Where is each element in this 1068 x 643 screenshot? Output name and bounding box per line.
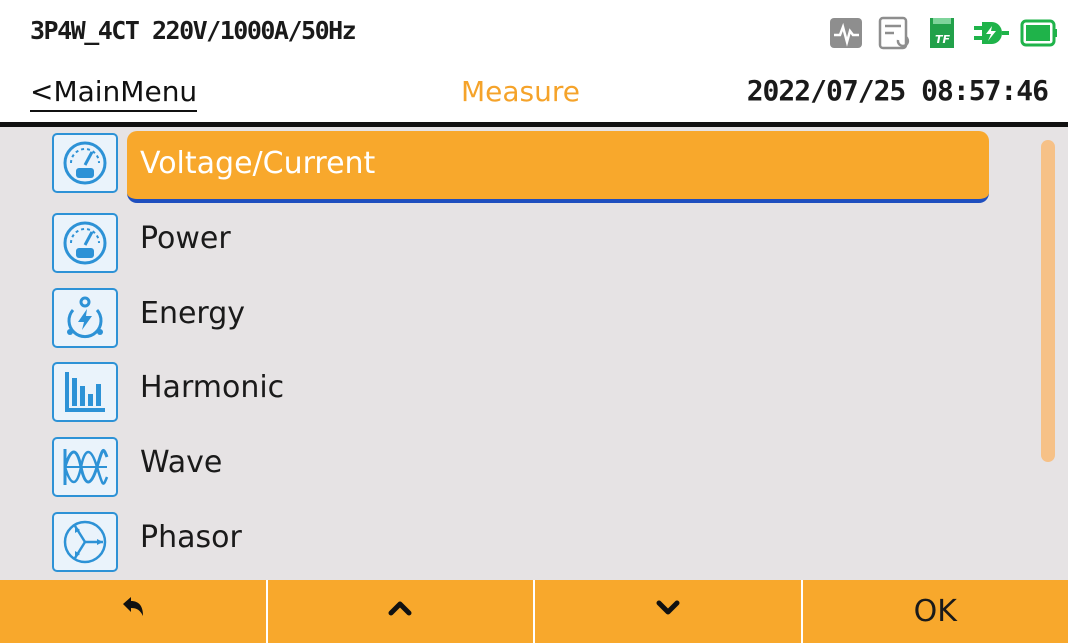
- document-icon: [876, 14, 914, 52]
- waveform-icon: [828, 14, 866, 52]
- status-icons: TF: [828, 14, 1058, 52]
- menu-item-voltage-current[interactable]: Voltage/Current: [52, 127, 992, 203]
- up-button[interactable]: [265, 580, 533, 643]
- menu-scrollbar[interactable]: [1041, 140, 1055, 462]
- measure-menu: Voltage/Current Power Energy Harmonic Wa…: [0, 127, 1068, 580]
- menu-item-energy[interactable]: Energy: [52, 282, 992, 348]
- back-to-main-menu-link[interactable]: <MainMenu: [30, 75, 198, 112]
- back-arrow-icon: [119, 594, 147, 630]
- menu-item-phasor[interactable]: Phasor: [52, 506, 992, 572]
- navigation-bar: <MainMenu Measure 2022/07/25 08:57:46: [0, 68, 1068, 127]
- menu-item-label: Wave: [140, 445, 223, 480]
- gauge-icon: [52, 133, 118, 193]
- ok-button[interactable]: OK: [800, 580, 1068, 643]
- page-title: Measure: [461, 75, 580, 108]
- gauge-icon: [52, 213, 118, 273]
- battery-icon: [1020, 14, 1058, 52]
- menu-item-label: Harmonic: [140, 370, 285, 405]
- function-key-bar: OK: [0, 580, 1068, 643]
- down-button[interactable]: [533, 580, 801, 643]
- menu-item-wave[interactable]: Wave: [52, 431, 992, 497]
- menu-item-harmonic[interactable]: Harmonic: [52, 356, 992, 422]
- menu-item-label: Voltage/Current: [140, 146, 376, 181]
- chevron-up-icon: [386, 594, 414, 630]
- charging-plug-icon: [972, 14, 1010, 52]
- energy-cycle-icon: [52, 288, 118, 348]
- wave-icon: [52, 437, 118, 497]
- menu-item-label: Power: [140, 221, 231, 256]
- tf-card-icon: TF: [924, 14, 962, 52]
- phasor-icon: [52, 512, 118, 572]
- menu-item-label: Phasor: [140, 520, 242, 555]
- status-bar: 3P4W_4CT 220V/1000A/50Hz TF: [0, 0, 1068, 68]
- bar-chart-icon: [52, 362, 118, 422]
- back-button[interactable]: [0, 580, 266, 643]
- menu-item-power[interactable]: Power: [52, 207, 992, 273]
- datetime-display: 2022/07/25 08:57:46: [746, 74, 1049, 107]
- menu-item-label: Energy: [140, 296, 246, 331]
- wiring-config-label: 3P4W_4CT 220V/1000A/50Hz: [30, 16, 357, 45]
- chevron-down-icon: [654, 594, 682, 630]
- tf-label: TF: [935, 33, 951, 46]
